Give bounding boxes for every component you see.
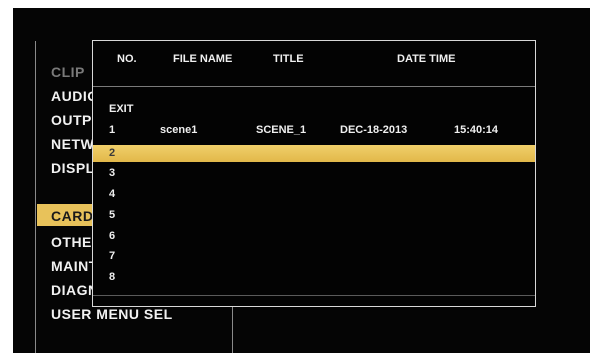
scene-file-dialog: NO. FILE NAME TITLE DATE TIME EXIT 1 sce… bbox=[92, 40, 536, 307]
row-no: 1 bbox=[109, 124, 116, 136]
header-divider bbox=[93, 86, 535, 87]
row-no: 2 bbox=[109, 147, 116, 159]
footer-divider bbox=[93, 295, 535, 296]
camera-menu-screen: CLIP AUDIO OUTPUT NETWORK DISPLAY CARD O… bbox=[13, 8, 590, 353]
file-row-6[interactable]: 6 bbox=[93, 228, 535, 245]
file-row-2[interactable]: 2 bbox=[93, 145, 535, 162]
row-title: SCENE_1 bbox=[256, 124, 307, 136]
menu-item-card[interactable]: CARD bbox=[51, 206, 93, 226]
file-row-1[interactable]: 1 scene1 SCENE_1 DEC-18-2013 15:40:14 bbox=[93, 122, 535, 139]
menu-item-clip[interactable]: CLIP bbox=[51, 62, 85, 82]
file-row-5[interactable]: 5 bbox=[93, 207, 535, 224]
column-header-date-time: DATE TIME bbox=[397, 53, 456, 65]
row-no: 7 bbox=[109, 250, 116, 262]
row-no: 6 bbox=[109, 230, 116, 242]
row-no: EXIT bbox=[109, 103, 134, 115]
column-header-file-name: FILE NAME bbox=[173, 53, 233, 65]
file-row-7[interactable]: 7 bbox=[93, 248, 535, 265]
row-no: 8 bbox=[109, 271, 116, 283]
file-row-8[interactable]: 8 bbox=[93, 269, 535, 286]
file-row-4[interactable]: 4 bbox=[93, 186, 535, 203]
row-date: DEC-18-2013 bbox=[340, 124, 408, 136]
row-time: 15:40:14 bbox=[454, 124, 499, 136]
file-row-3[interactable]: 3 bbox=[93, 165, 535, 182]
row-no: 4 bbox=[109, 188, 116, 200]
row-no: 5 bbox=[109, 209, 116, 221]
file-row-exit[interactable]: EXIT bbox=[93, 101, 535, 118]
row-no: 3 bbox=[109, 167, 116, 179]
menu-item-user-menu-sel[interactable]: USER MENU SEL bbox=[51, 304, 173, 324]
row-file-name: scene1 bbox=[160, 124, 198, 136]
column-header-no: NO. bbox=[117, 53, 137, 65]
column-header-title: TITLE bbox=[273, 53, 304, 65]
